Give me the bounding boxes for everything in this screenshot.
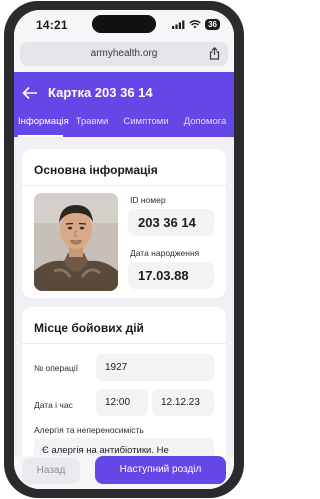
profile-photo <box>34 193 118 291</box>
dob-value-box: 17.03.88 <box>128 262 214 289</box>
address-bar[interactable]: armyhealth.org <box>20 42 228 66</box>
tab-info[interactable]: Інформація <box>18 110 69 137</box>
id-value-box: 203 36 14 <box>128 209 214 236</box>
app-header: Картка 203 36 14 Інформація Травми Симпт… <box>14 72 234 137</box>
signal-icon <box>172 20 185 29</box>
main-content: Основна інформація ID номер 203 36 14 Да… <box>14 137 234 489</box>
id-label: ID номер <box>130 195 166 205</box>
tab-bar: Інформація Травми Симптоми Допомога <box>14 110 234 137</box>
tab-help[interactable]: Допомога <box>177 110 233 137</box>
allergy-label: Алергія та непереносимість <box>34 425 144 435</box>
back-arrow-icon[interactable] <box>22 86 38 100</box>
divider <box>22 343 226 344</box>
basic-info-title: Основна інформація <box>34 163 158 177</box>
date-value: 12.12.23 <box>161 397 200 408</box>
bottom-bar: Назад Наступний розділ <box>14 456 234 489</box>
divider <box>22 185 226 186</box>
operation-input[interactable]: 1927 <box>96 354 214 381</box>
dob-label: Дата народження <box>130 248 200 258</box>
basic-info-card: Основна інформація ID номер 203 36 14 Да… <box>22 149 226 298</box>
status-icons: 36 <box>172 19 220 30</box>
battery-icon: 36 <box>205 19 220 30</box>
id-value: 203 36 14 <box>138 215 196 230</box>
operation-label: № операції <box>34 363 79 373</box>
operation-value: 1927 <box>105 362 128 373</box>
page-title: Картка 203 36 14 <box>48 85 153 100</box>
dob-value: 17.03.88 <box>138 268 189 283</box>
dynamic-island <box>92 15 156 33</box>
tab-injuries[interactable]: Травми <box>72 110 112 137</box>
combat-title: Місце бойових дій <box>34 321 144 335</box>
screen: 14:21 36 armyhealth.org Картка 203 36 14… <box>14 10 234 489</box>
wifi-icon <box>189 20 201 29</box>
browser-bar: armyhealth.org <box>14 38 234 72</box>
next-section-button[interactable]: Наступний розділ <box>95 456 226 484</box>
person-photo-image <box>34 193 118 291</box>
status-time: 14:21 <box>36 18 68 32</box>
status-bar: 14:21 36 <box>14 10 234 38</box>
url-text: armyhealth.org <box>90 48 158 59</box>
datetime-label: Дата і час <box>34 400 73 410</box>
time-input[interactable]: 12:00 <box>96 389 148 416</box>
phone-frame: 14:21 36 armyhealth.org Картка 203 36 14… <box>4 1 244 498</box>
date-input[interactable]: 12.12.23 <box>152 389 214 416</box>
back-button[interactable]: Назад <box>22 458 80 484</box>
share-icon[interactable] <box>209 47 220 60</box>
tab-symptoms[interactable]: Симптоми <box>120 110 172 137</box>
time-value: 12:00 <box>105 397 131 408</box>
